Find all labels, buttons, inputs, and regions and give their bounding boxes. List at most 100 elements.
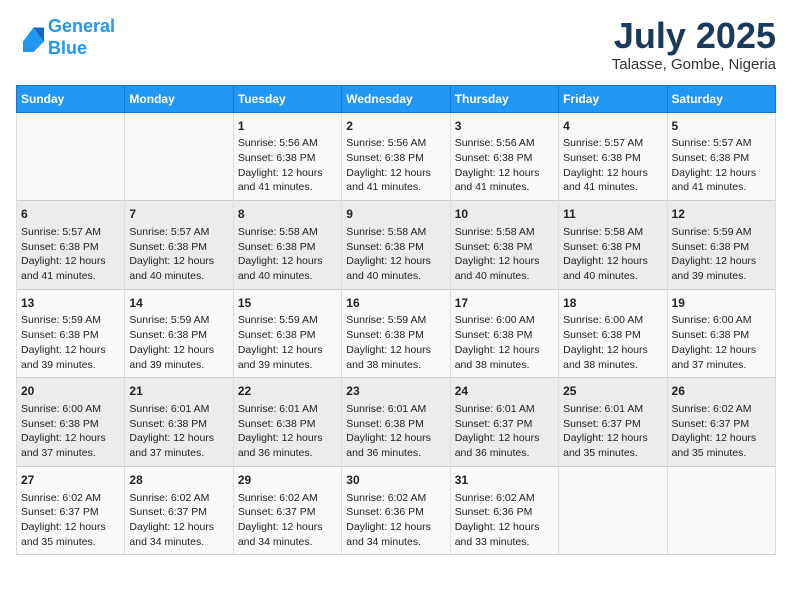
day-number: 17 — [455, 295, 554, 312]
logo: General Blue — [16, 16, 115, 59]
calendar-day-cell: 4Sunrise: 5:57 AMSunset: 6:38 PMDaylight… — [559, 112, 667, 201]
calendar-day-cell: 24Sunrise: 6:01 AMSunset: 6:37 PMDayligh… — [450, 378, 558, 467]
weekday-header-cell: Saturday — [667, 85, 775, 112]
weekday-header-cell: Sunday — [17, 85, 125, 112]
calendar-day-cell — [559, 466, 667, 555]
calendar-day-cell: 7 Sunrise: 5:57 AMSunset: 6:38 PMDaylight… — [125, 201, 233, 290]
day-info: Sunrise: 6:00 AMSunset: 6:38 PMDaylight:… — [672, 313, 771, 372]
calendar-day-cell: 5Sunrise: 5:57 AMSunset: 6:38 PMDaylight… — [667, 112, 775, 201]
calendar-day-cell: 26 Sunrise: 6:02 AMSunset: 6:37 PMDayligh… — [667, 378, 775, 467]
day-info: Sunrise: 6:01 AMSunset: 6:37 PMDaylight:… — [563, 402, 662, 461]
calendar-day-cell: 17Sunrise: 6:00 AMSunset: 6:38 PMDayligh… — [450, 289, 558, 378]
calendar-day-cell: 6 Sunrise: 5:57 AMSunset: 6:38 PMDaylight… — [17, 201, 125, 290]
calendar-day-cell: 21 Sunrise: 6:01 AMSunset: 6:38 PMDayligh… — [125, 378, 233, 467]
day-info: Sunrise: 5:57 AMSunset: 6:38 PMDaylight:… — [21, 225, 120, 284]
day-number: 7 — [129, 206, 228, 223]
day-number: 4 — [563, 118, 662, 135]
day-info: Sunrise: 6:00 AMSunset: 6:38 PMDaylight:… — [455, 313, 554, 372]
calendar-day-cell: 22Sunrise: 6:01 AMSunset: 6:38 PMDayligh… — [233, 378, 341, 467]
day-info: Sunrise: 5:59 AMSunset: 6:38 PMDaylight:… — [21, 313, 120, 372]
calendar-body: 1Sunrise: 5:56 AMSunset: 6:38 PMDaylight… — [17, 112, 776, 555]
day-number: 11 — [563, 206, 662, 223]
calendar-day-cell — [125, 112, 233, 201]
day-number: 18 — [563, 295, 662, 312]
day-number: 13 — [21, 295, 120, 312]
day-info: Sunrise: 6:02 AMSunset: 6:37 PMDaylight:… — [129, 491, 228, 550]
calendar-day-cell: 25 Sunrise: 6:01 AMSunset: 6:37 PMDayligh… — [559, 378, 667, 467]
calendar-day-cell: 2Sunrise: 5:56 AMSunset: 6:38 PMDaylight… — [342, 112, 450, 201]
logo-icon — [16, 24, 44, 52]
day-number: 23 — [346, 383, 445, 400]
day-info: Sunrise: 5:57 AMSunset: 6:38 PMDaylight:… — [672, 136, 771, 195]
day-info: Sunrise: 6:02 AMSunset: 6:36 PMDaylight:… — [346, 491, 445, 550]
calendar-week-row: 6 Sunrise: 5:57 AMSunset: 6:38 PMDaylight… — [17, 201, 776, 290]
day-info: Sunrise: 5:56 AMSunset: 6:38 PMDaylight:… — [346, 136, 445, 195]
calendar-day-cell: 18Sunrise: 6:00 AMSunset: 6:38 PMDayligh… — [559, 289, 667, 378]
day-info: Sunrise: 5:56 AMSunset: 6:38 PMDaylight:… — [238, 136, 337, 195]
day-number: 15 — [238, 295, 337, 312]
calendar-day-cell: 8Sunrise: 5:58 AMSunset: 6:38 PMDaylight… — [233, 201, 341, 290]
day-number: 10 — [455, 206, 554, 223]
calendar-day-cell: 23 Sunrise: 6:01 AMSunset: 6:38 PMDayligh… — [342, 378, 450, 467]
calendar-day-cell: 11 Sunrise: 5:58 AMSunset: 6:38 PMDayligh… — [559, 201, 667, 290]
calendar-day-cell: 10 Sunrise: 5:58 AMSunset: 6:38 PMDayligh… — [450, 201, 558, 290]
weekday-header-cell: Thursday — [450, 85, 558, 112]
day-info: Sunrise: 5:59 AMSunset: 6:38 PMDaylight:… — [672, 225, 771, 284]
calendar-day-cell: 29 Sunrise: 6:02 AMSunset: 6:37 PMDayligh… — [233, 466, 341, 555]
calendar-week-row: 27 Sunrise: 6:02 AMSunset: 6:37 PMDayligh… — [17, 466, 776, 555]
day-number: 3 — [455, 118, 554, 135]
day-number: 27 — [21, 472, 120, 489]
calendar-week-row: 1Sunrise: 5:56 AMSunset: 6:38 PMDaylight… — [17, 112, 776, 201]
calendar-day-cell: 27 Sunrise: 6:02 AMSunset: 6:37 PMDayligh… — [17, 466, 125, 555]
calendar-day-cell — [667, 466, 775, 555]
day-info: Sunrise: 6:02 AMSunset: 6:37 PMDaylight:… — [672, 402, 771, 461]
day-number: 31 — [455, 472, 554, 489]
calendar-day-cell: 14Sunrise: 5:59 AMSunset: 6:38 PMDayligh… — [125, 289, 233, 378]
day-number: 19 — [672, 295, 771, 312]
day-info: Sunrise: 6:01 AMSunset: 6:37 PMDaylight:… — [455, 402, 554, 461]
calendar-day-cell: 9Sunrise: 5:58 AMSunset: 6:38 PMDaylight… — [342, 201, 450, 290]
calendar-day-cell: 15Sunrise: 5:59 AMSunset: 6:38 PMDayligh… — [233, 289, 341, 378]
day-number: 1 — [238, 118, 337, 135]
day-info: Sunrise: 6:00 AMSunset: 6:38 PMDaylight:… — [563, 313, 662, 372]
day-info: Sunrise: 5:57 AMSunset: 6:38 PMDaylight:… — [129, 225, 228, 284]
day-number: 21 — [129, 383, 228, 400]
day-info: Sunrise: 5:59 AMSunset: 6:38 PMDaylight:… — [238, 313, 337, 372]
calendar-day-cell: 13Sunrise: 5:59 AMSunset: 6:38 PMDayligh… — [17, 289, 125, 378]
calendar-day-cell: 30 Sunrise: 6:02 AMSunset: 6:36 PMDayligh… — [342, 466, 450, 555]
calendar-day-cell: 20 Sunrise: 6:00 AMSunset: 6:38 PMDayligh… — [17, 378, 125, 467]
day-info: Sunrise: 6:01 AMSunset: 6:38 PMDaylight:… — [346, 402, 445, 461]
month-title: July 2025 — [612, 16, 776, 56]
day-info: Sunrise: 6:02 AMSunset: 6:37 PMDaylight:… — [21, 491, 120, 550]
day-number: 29 — [238, 472, 337, 489]
page-header: General Blue July 2025 Talasse, Gombe, N… — [16, 16, 776, 73]
day-number: 20 — [21, 383, 120, 400]
calendar-day-cell: 16Sunrise: 5:59 AMSunset: 6:38 PMDayligh… — [342, 289, 450, 378]
calendar-day-cell: 3Sunrise: 5:56 AMSunset: 6:38 PMDaylight… — [450, 112, 558, 201]
day-info: Sunrise: 6:00 AMSunset: 6:38 PMDaylight:… — [21, 402, 120, 461]
day-info: Sunrise: 5:58 AMSunset: 6:38 PMDaylight:… — [455, 225, 554, 284]
day-number: 6 — [21, 206, 120, 223]
day-number: 28 — [129, 472, 228, 489]
day-number: 14 — [129, 295, 228, 312]
day-info: Sunrise: 6:02 AMSunset: 6:37 PMDaylight:… — [238, 491, 337, 550]
day-number: 30 — [346, 472, 445, 489]
day-info: Sunrise: 6:01 AMSunset: 6:38 PMDaylight:… — [129, 402, 228, 461]
calendar-week-row: 20 Sunrise: 6:00 AMSunset: 6:38 PMDayligh… — [17, 378, 776, 467]
calendar-week-row: 13Sunrise: 5:59 AMSunset: 6:38 PMDayligh… — [17, 289, 776, 378]
calendar-day-cell: 12Sunrise: 5:59 AMSunset: 6:38 PMDayligh… — [667, 201, 775, 290]
weekday-header-cell: Tuesday — [233, 85, 341, 112]
day-info: Sunrise: 5:59 AMSunset: 6:38 PMDaylight:… — [346, 313, 445, 372]
day-info: Sunrise: 5:58 AMSunset: 6:38 PMDaylight:… — [563, 225, 662, 284]
day-info: Sunrise: 5:59 AMSunset: 6:38 PMDaylight:… — [129, 313, 228, 372]
day-number: 5 — [672, 118, 771, 135]
day-info: Sunrise: 5:56 AMSunset: 6:38 PMDaylight:… — [455, 136, 554, 195]
day-number: 2 — [346, 118, 445, 135]
location-title: Talasse, Gombe, Nigeria — [612, 56, 776, 73]
calendar-table: SundayMondayTuesdayWednesdayThursdayFrid… — [16, 85, 776, 556]
title-block: July 2025 Talasse, Gombe, Nigeria — [612, 16, 776, 73]
day-number: 8 — [238, 206, 337, 223]
day-number: 25 — [563, 383, 662, 400]
day-number: 26 — [672, 383, 771, 400]
day-info: Sunrise: 6:02 AMSunset: 6:36 PMDaylight:… — [455, 491, 554, 550]
